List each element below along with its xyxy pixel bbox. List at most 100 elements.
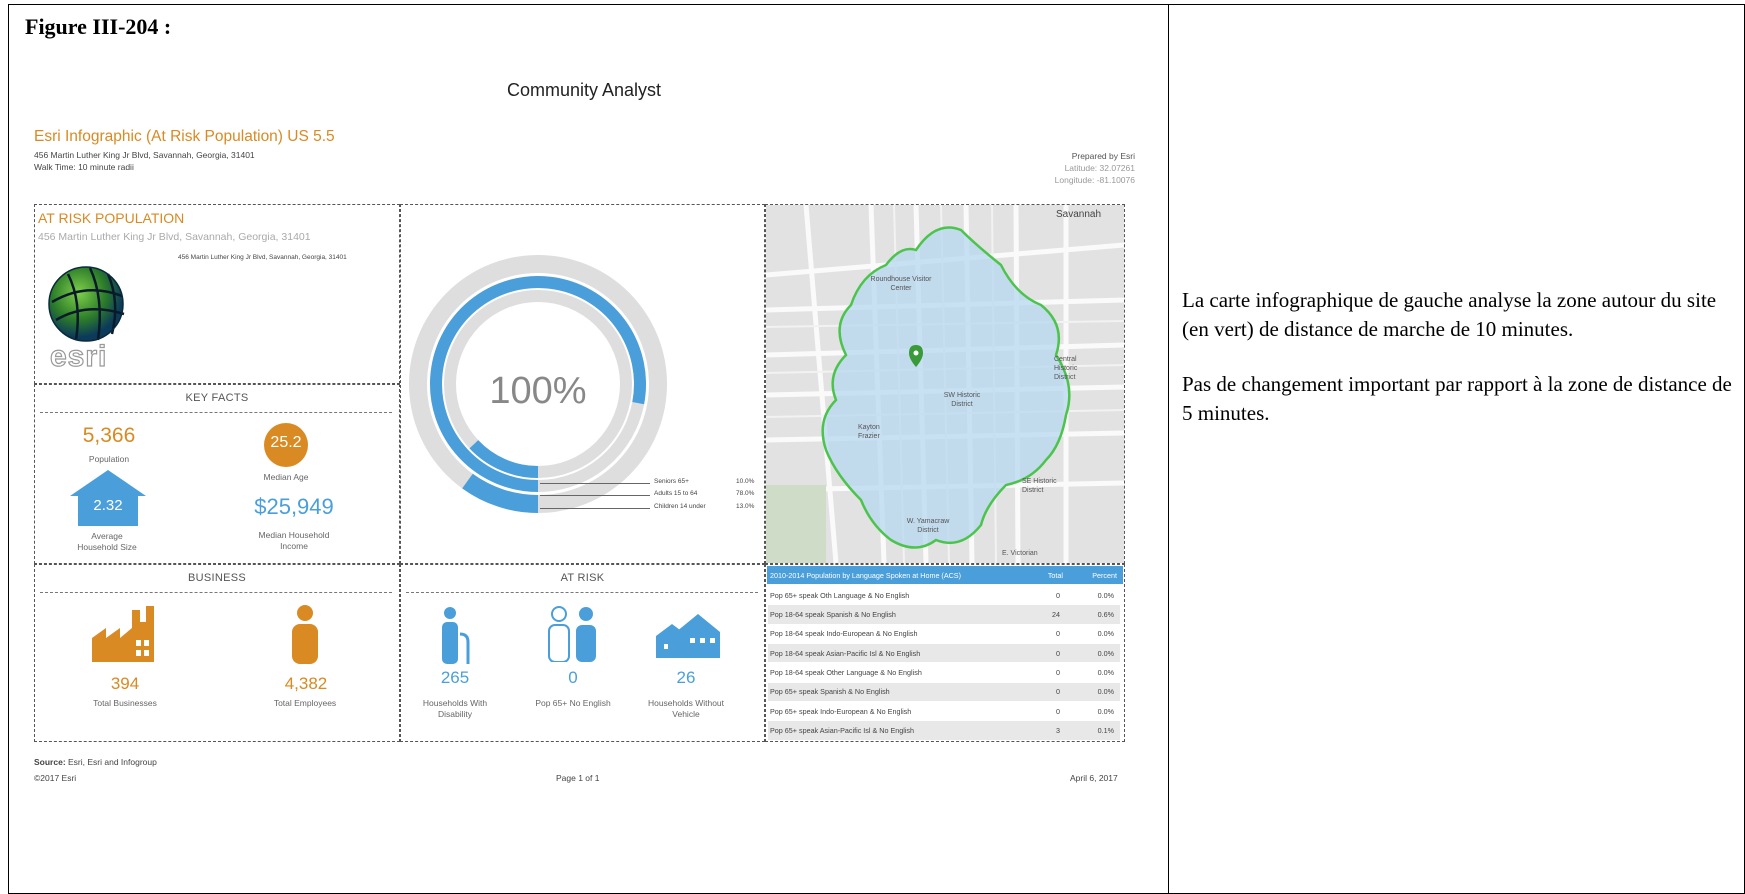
figure-title: Figure III-204 : (25, 14, 172, 39)
employees-value: 4,382 (284, 674, 328, 693)
at-risk-population-title: AT RISK POPULATION (38, 210, 185, 226)
table-cell: 0 (1056, 706, 1060, 716)
map-label-sw: SW Historic District (943, 392, 981, 408)
no-vehicle-value: 26 (676, 668, 696, 687)
employee-icon (292, 605, 318, 664)
table-cell: Pop 18-64 speak Indo-European & No Engli… (770, 629, 918, 639)
legend-value: 10.0% (736, 478, 755, 485)
businesses-label: Total Businesses (93, 698, 157, 708)
population-label: Population (88, 454, 130, 464)
prepared-by-block: Prepared by Esri Latitude: 32.07261 Long… (1055, 150, 1135, 186)
median-age-value: 25.2 (270, 434, 302, 451)
table-cell: 0.0% (1097, 706, 1114, 716)
income-value: $25,949 (254, 494, 334, 519)
walk-time-map: Savannah Roundhouse Visitor Center SW Hi… (766, 205, 1124, 563)
table-cell: Pop 18-64 speak Other Language & No Engl… (770, 667, 922, 677)
at-risk-heading: AT RISK (560, 572, 605, 584)
table-row: Pop 18-64 speak Other Language & No Engl… (768, 663, 1120, 682)
latitude: Latitude: 32.07261 (1064, 163, 1135, 173)
legend-leader-line (540, 508, 650, 509)
map-label-ev: E. Victorian (1002, 550, 1038, 557)
disability-label-1: Households With (422, 698, 488, 708)
table-cell: 0.0% (1097, 667, 1114, 677)
table-cell: 0.0% (1097, 590, 1114, 600)
table-cell: 0.1% (1097, 725, 1114, 735)
median-age-label: Median Age (263, 472, 309, 482)
report-walk-time: Walk Time: 10 minute radii (34, 162, 134, 172)
legend-label: Adults 15 to 64 (654, 490, 698, 497)
income-label-1: Median Household (258, 530, 330, 540)
column-divider (1168, 4, 1169, 894)
table-cell: 0.0% (1097, 648, 1114, 658)
table-cell: 0 (1056, 687, 1060, 697)
table-header-col1: 2010-2014 Population by Language Spoken … (770, 570, 961, 580)
table-cell: 0.0% (1097, 629, 1114, 639)
key-facts-heading: KEY FACTS (185, 392, 249, 404)
disability-value: 265 (440, 668, 470, 687)
table-cell: 0.0% (1097, 687, 1114, 697)
description-paragraph-2: Pas de changement important par rapport … (1182, 372, 1732, 425)
table-header-col2: Total (1047, 570, 1063, 580)
description-paragraph-1: La carte infographique de gauche analyse… (1182, 288, 1717, 341)
prepared-by: Prepared by Esri (1071, 151, 1135, 161)
no-english-value: 0 (568, 668, 578, 687)
table-cell: 0 (1056, 629, 1060, 639)
table-cell: 24 (1052, 610, 1060, 620)
report-header: Community Analyst (506, 80, 662, 100)
table-row: Pop 65+ speak Asian-Pacific Isl & No Eng… (768, 721, 1120, 740)
people-icon (548, 606, 596, 662)
table-cell: Pop 65+ speak Spanish & No English (770, 687, 890, 697)
footer-source-bold: Source: (34, 757, 66, 767)
table-cell: Pop 65+ speak Asian-Pacific Isl & No Eng… (770, 725, 915, 735)
footer-page: Page 1 of 1 (556, 773, 600, 783)
map-label-se: SE Historic District (1022, 478, 1057, 494)
table-row: Pop 18-64 speak Spanish & No English 24 0.… (768, 605, 1120, 624)
disability-label-2: Disability (437, 709, 472, 719)
esri-logo: esri (46, 262, 136, 382)
legend-leader-line (540, 483, 650, 484)
table-cell: Pop 18-64 speak Spanish & No English (770, 610, 896, 620)
panel-business (34, 564, 400, 742)
houses-icon (656, 614, 720, 658)
household-size-label-2: Household Size (77, 542, 137, 552)
businesses-value: 394 (110, 674, 140, 693)
no-english-label: Pop 65+ No English (535, 698, 611, 708)
disability-icon (442, 607, 470, 664)
table-row: Pop 18-64 speak Indo-European & No Engli… (768, 625, 1120, 644)
longitude: Longitude: -81.10076 (1054, 175, 1135, 185)
at-risk-population-address: 456 Martin Luther King Jr Blvd, Savannah… (38, 231, 311, 243)
language-table-header: 2010-2014 Population by Language Spoken … (767, 566, 1123, 584)
household-size-value: 2.32 (93, 497, 123, 514)
legend-value: 78.0% (736, 490, 755, 497)
business-rule (40, 592, 392, 593)
income-label-2: Income (280, 541, 308, 551)
household-size-label-1: Average (91, 531, 123, 541)
legend-value: 13.0% (736, 503, 755, 510)
legend-label: Seniors 65+ (654, 478, 689, 485)
factory-icon (92, 606, 154, 662)
table-row: Pop 65+ speak Indo-European & No English… (768, 702, 1120, 721)
population-value: 5,366 (82, 424, 136, 447)
map-label-wy: W. Yamacraw District (906, 518, 950, 534)
footer-copyright: ©2017 Esri (34, 773, 77, 783)
table-cell: Pop 18-64 speak Asian-Pacific Isl & No E… (770, 648, 921, 658)
no-vehicle-label-1: Households Without (647, 698, 725, 708)
table-cell: 3 (1056, 725, 1060, 735)
description-text: La carte infographique de gauche analyse… (1182, 286, 1742, 454)
table-cell: Pop 65+ speak Oth Language & No English (770, 590, 910, 600)
table-row: Pop 65+ speak Spanish & No English 0 0.0% (768, 682, 1120, 701)
footer-source: Source: Esri, Esri and Infogroup (34, 757, 157, 767)
table-cell: 0 (1056, 590, 1060, 600)
table-row: Pop 65+ speak Oth Language & No English 0… (768, 586, 1120, 605)
map-graphic (766, 205, 1124, 563)
esri-logo-text: esri (49, 339, 108, 373)
donut-center-label: 100% (489, 370, 587, 412)
table-cell: 0 (1056, 648, 1060, 658)
table-row: Pop 18-64 speak Asian-Pacific Isl & No E… (768, 643, 1120, 663)
map-city-label: Savannah (1056, 209, 1102, 220)
map-label-central: Central Historic District (1054, 356, 1078, 381)
table-cell: 0.6% (1097, 610, 1114, 620)
legend-leader-line (540, 495, 650, 496)
at-risk-rule (406, 592, 758, 593)
report-address: 456 Martin Luther King Jr Blvd, Savannah… (34, 150, 255, 160)
